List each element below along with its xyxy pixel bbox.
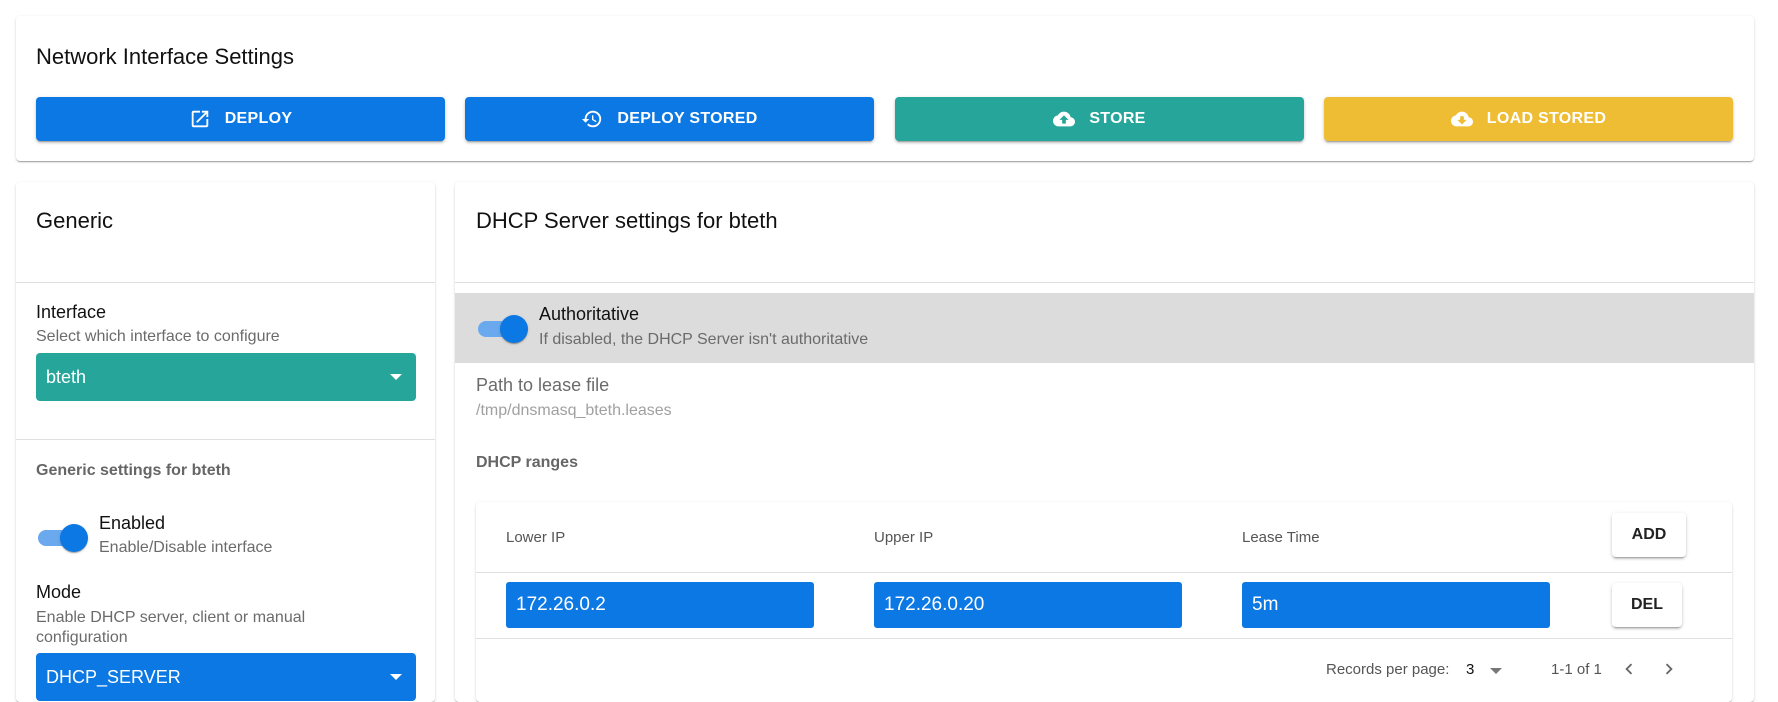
interface-select-value: bteth <box>46 366 87 387</box>
records-per-page-select[interactable]: 3 <box>1466 657 1510 683</box>
authoritative-hint: If disabled, the DHCP Server isn't autho… <box>539 331 869 348</box>
add-range-button[interactable]: ADD <box>1612 513 1686 557</box>
interface-label: Interface <box>36 302 107 322</box>
column-header-upper-ip: Upper IP <box>874 529 934 546</box>
chevron-left-icon <box>1625 663 1633 675</box>
deploy-label: DEPLOY <box>224 110 293 127</box>
column-header-lower-ip: Lower IP <box>506 529 566 546</box>
authoritative-label: Authoritative <box>539 304 640 324</box>
enabled-toggle[interactable] <box>36 522 88 552</box>
dropdown-arrow-icon <box>1490 668 1502 674</box>
restore-icon <box>582 110 602 128</box>
mode-label: Mode <box>36 582 82 602</box>
deploy-button[interactable]: DEPLOY <box>36 97 445 141</box>
column-header-lease-time: Lease Time <box>1242 529 1320 546</box>
store-button[interactable]: STORE <box>895 97 1304 141</box>
records-per-page-label: Records per page: <box>1326 661 1450 678</box>
next-page-button[interactable] <box>1658 658 1680 680</box>
mode-select-value: DHCP_SERVER <box>46 666 181 687</box>
open-external-icon <box>191 110 208 128</box>
lease-time-input[interactable]: 5m <box>1242 582 1550 628</box>
divider <box>16 282 435 283</box>
authoritative-row: Authoritative If disabled, the DHCP Serv… <box>455 293 1754 363</box>
records-per-page-value: 3 <box>1466 661 1475 678</box>
generic-title: Generic <box>36 208 114 233</box>
delete-range-button[interactable]: DEL <box>1612 583 1682 627</box>
dhcp-ranges-table: Lower IP Upper IP Lease Time ADD 172.26.… <box>476 502 1732 702</box>
dhcp-settings-card: DHCP Server settings for bteth Authorita… <box>455 182 1754 702</box>
dropdown-arrow-icon <box>390 374 402 380</box>
interface-hint: Select which interface to configure <box>36 328 280 345</box>
page-title: Network Interface Settings <box>36 44 295 69</box>
previous-page-button[interactable] <box>1618 658 1640 680</box>
lower-ip-input[interactable]: 172.26.0.2 <box>506 582 814 628</box>
deploy-stored-label: DEPLOY STORED <box>617 110 758 127</box>
mode-select[interactable]: DHCP_SERVER <box>36 653 416 701</box>
chevron-right-icon <box>1665 663 1673 675</box>
dhcp-ranges-header: DHCP ranges <box>476 454 578 471</box>
cloud-upload-icon <box>1053 111 1076 127</box>
divider <box>476 572 1732 573</box>
toggle-thumb <box>60 524 88 552</box>
divider <box>455 282 1754 283</box>
generic-card: Generic Interface Select which interface… <box>16 182 435 702</box>
lease-file-label: Path to lease file <box>476 375 610 395</box>
enabled-hint: Enable/Disable interface <box>99 539 273 556</box>
lease-file-value[interactable]: /tmp/dnsmasq_bteth.leases <box>476 402 672 420</box>
divider <box>476 638 1732 639</box>
upper-ip-input[interactable]: 172.26.0.20 <box>874 582 1182 628</box>
dhcp-title: DHCP Server settings for bteth <box>476 208 778 233</box>
interface-select[interactable]: bteth <box>36 353 416 401</box>
generic-settings-header: Generic settings for bteth <box>36 462 231 479</box>
load-stored-button[interactable]: LOAD STORED <box>1324 97 1733 141</box>
authoritative-toggle[interactable] <box>476 313 528 343</box>
dropdown-arrow-icon <box>390 674 402 680</box>
cloud-download-icon <box>1450 111 1473 127</box>
store-label: STORE <box>1089 110 1146 127</box>
divider <box>16 439 435 440</box>
pagination-range: 1-1 of 1 <box>1551 661 1602 678</box>
network-settings-card: Network Interface Settings DEPLOY DEPLOY… <box>16 16 1754 161</box>
mode-hint: Enable DHCP server, client or manual con… <box>36 609 306 646</box>
deploy-stored-button[interactable]: DEPLOY STORED <box>465 97 874 141</box>
enabled-label: Enabled <box>99 513 166 533</box>
load-stored-label: LOAD STORED <box>1486 110 1607 127</box>
toggle-thumb <box>500 315 528 343</box>
